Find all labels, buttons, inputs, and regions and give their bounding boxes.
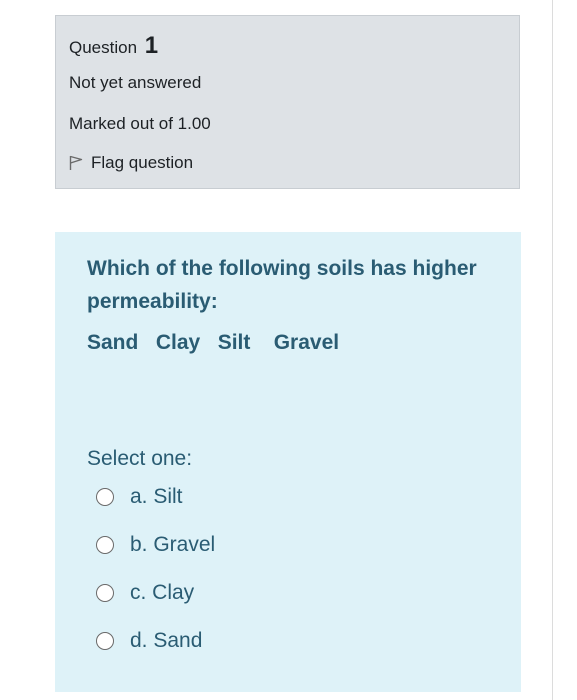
radio-button-d[interactable] [96, 632, 114, 650]
radio-button-b[interactable] [96, 536, 114, 554]
radio-button-a[interactable] [96, 488, 114, 506]
question-number: 1 [144, 32, 159, 59]
question-label: Question [69, 38, 138, 57]
question-text: Which of the following soils has higher … [87, 257, 477, 313]
question-info-panel: Question 1 Not yet answered Marked out o… [55, 15, 520, 189]
flag-question-button[interactable]: Flag question [69, 153, 193, 173]
answer-option-a[interactable]: a. Silt [96, 485, 183, 509]
question-content-panel: Which of the following soils has higher … [55, 232, 521, 692]
answer-label-b: b. Gravel [130, 533, 216, 556]
answer-label-a: a. Silt [130, 485, 183, 508]
select-one-prompt: Select one: [87, 447, 193, 470]
answer-option-c[interactable]: c. Clay [96, 581, 194, 605]
question-options-text: Sand Clay Silt Gravel [87, 331, 340, 354]
answer-option-d[interactable]: d. Sand [96, 629, 202, 653]
question-state: Not yet answered [69, 73, 202, 92]
quiz-page: Question 1 Not yet answered Marked out o… [0, 0, 577, 700]
flag-question-label: Flag question [91, 153, 194, 172]
page-divider [552, 0, 553, 700]
answer-option-b[interactable]: b. Gravel [96, 533, 215, 557]
question-grade: Marked out of 1.00 [69, 114, 211, 133]
radio-button-c[interactable] [96, 584, 114, 602]
question-heading: Question 1 [69, 32, 158, 60]
answer-label-d: d. Sand [130, 629, 203, 652]
flag-icon [69, 155, 83, 170]
answer-label-c: c. Clay [130, 581, 195, 604]
